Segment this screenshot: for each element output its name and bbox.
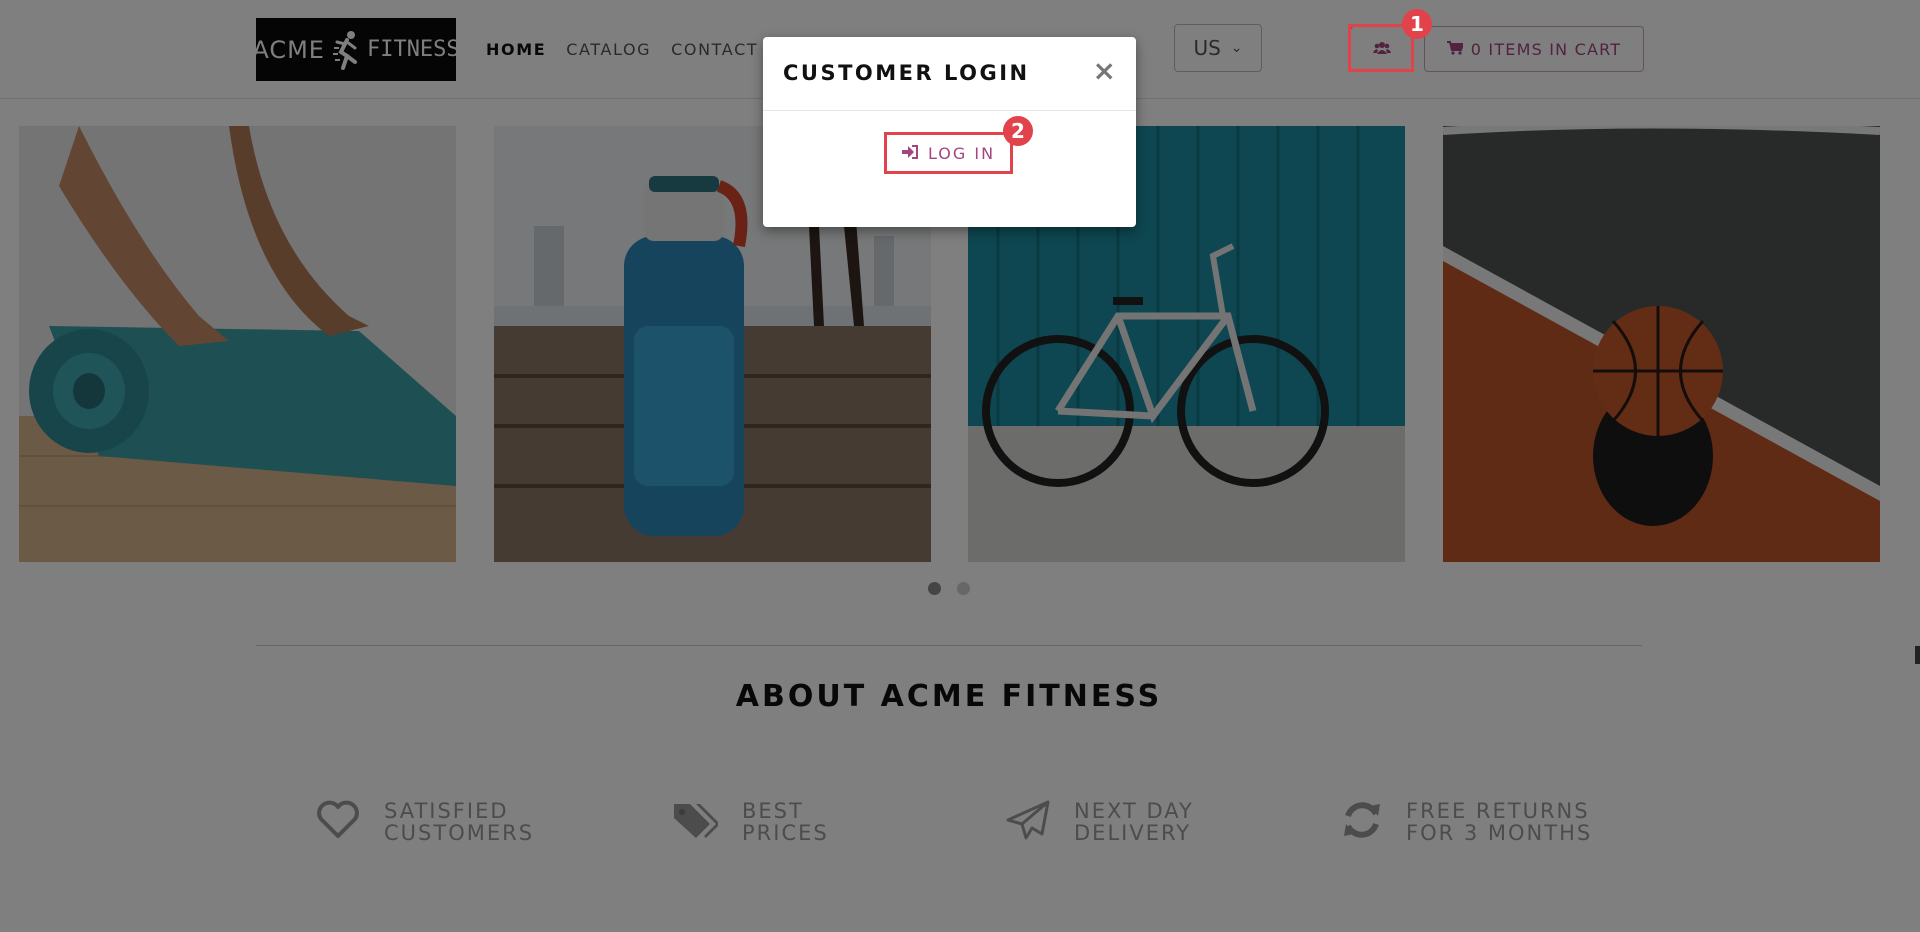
modal-title: CUSTOMER LOGIN (783, 61, 1030, 85)
customer-login-modal: CUSTOMER LOGIN × LOG IN 2 (763, 37, 1136, 227)
log-in-label: LOG IN (927, 143, 996, 163)
mouse-cursor (1915, 646, 1920, 664)
modal-divider (763, 110, 1136, 111)
annotation-marker-1: 1 (1402, 9, 1432, 39)
sign-in-icon (901, 144, 918, 163)
log-in-button[interactable]: LOG IN (884, 132, 1013, 174)
close-icon[interactable]: × (1093, 57, 1116, 85)
annotation-marker-2: 2 (1003, 116, 1033, 146)
